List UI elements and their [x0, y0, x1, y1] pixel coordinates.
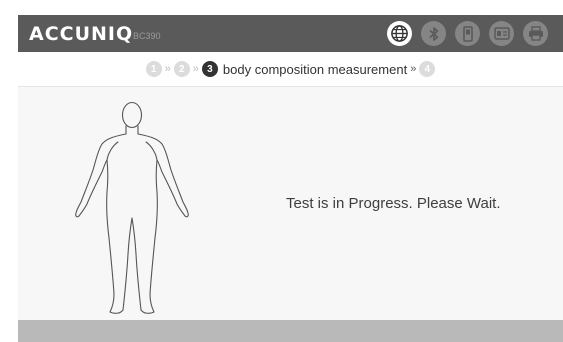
step-3-indicator: 3: [201, 61, 218, 77]
app-window: ACCUNIQ BC390 1 » 2 » 3 body composition…: [18, 15, 563, 342]
measurement-panel: Test is in Progress. Please Wait.: [18, 87, 563, 320]
step-progress: 1 » 2 » 3 body composition measurement »…: [18, 52, 563, 87]
step-2-indicator: 2: [173, 61, 190, 77]
printer-icon[interactable]: [523, 21, 548, 46]
step-1-indicator: 1: [145, 61, 162, 77]
brand-logo: ACCUNIQ: [29, 23, 134, 45]
globe-icon[interactable]: [387, 21, 412, 46]
id-card-icon[interactable]: [489, 21, 514, 46]
chevron-right-icon: »: [410, 63, 417, 75]
top-bar: ACCUNIQ BC390: [18, 15, 563, 52]
chevron-right-icon: »: [192, 63, 199, 75]
step-4-indicator: 4: [419, 61, 436, 77]
model-label: BC390: [133, 31, 161, 41]
bluetooth-icon[interactable]: [421, 21, 446, 46]
current-step-label: body composition measurement: [222, 61, 408, 77]
bottom-bar: [18, 320, 563, 342]
body-figure-icon: [75, 101, 189, 314]
status-message: Test is in Progress. Please Wait.: [286, 195, 501, 212]
device-icon[interactable]: [455, 21, 480, 46]
chevron-right-icon: »: [164, 63, 171, 75]
